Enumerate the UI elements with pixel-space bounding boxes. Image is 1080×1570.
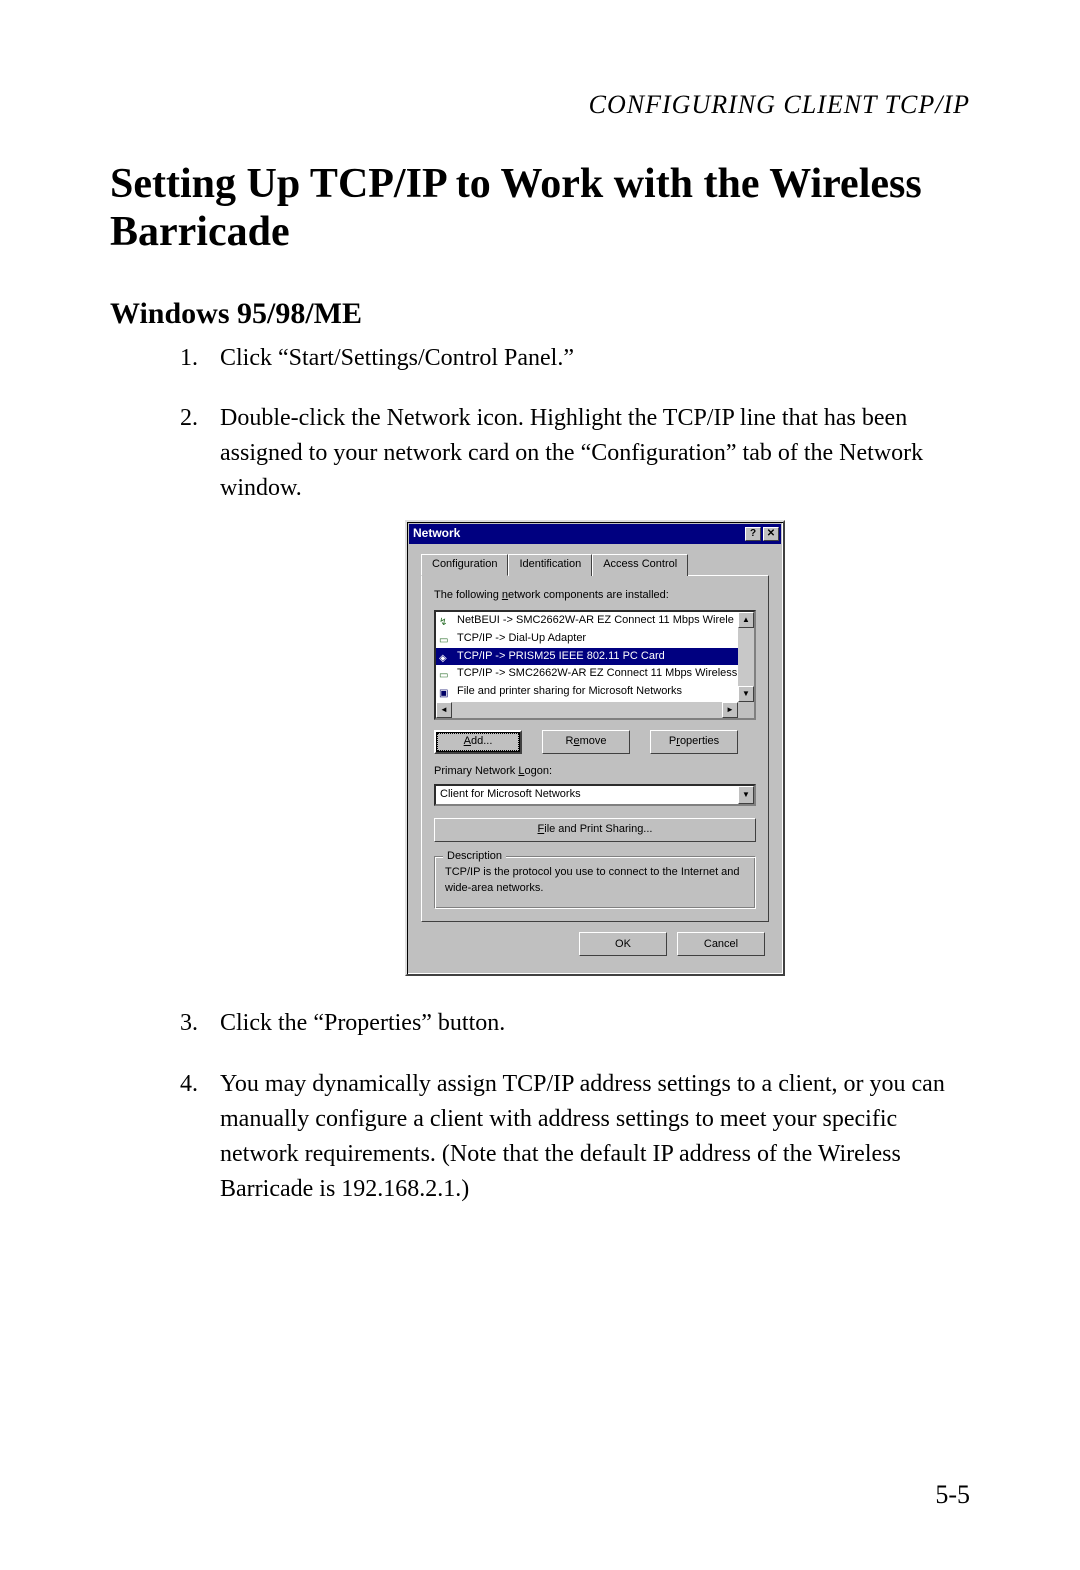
ok-button[interactable]: OK	[579, 932, 667, 956]
list-item[interactable]: TCP/IP -> SMC2662W-AR EZ Connect 11 Mbps…	[436, 665, 754, 683]
list-item[interactable]: TCP/IP -> Dial-Up Adapter	[436, 630, 754, 648]
list-item-label: TCP/IP -> SMC2662W-AR EZ Connect 11 Mbps…	[457, 666, 737, 682]
page-title: Setting Up TCP/IP to Work with the Wirel…	[110, 160, 970, 257]
cancel-button[interactable]: Cancel	[677, 932, 765, 956]
step-3: 3. Click the “Properties” button.	[180, 1006, 970, 1041]
document-page: CONFIGURING CLIENT TCP/IP Setting Up TCP…	[0, 0, 1080, 1570]
description-legend: Description	[443, 849, 506, 865]
list-item-label: File and printer sharing for Microsoft N…	[457, 684, 682, 700]
list-item-label: NetBEUI -> SMC2662W-AR EZ Connect 11 Mbp…	[457, 613, 734, 629]
primary-logon-label: Primary Network Logon:	[434, 764, 756, 780]
scroll-up-button[interactable]: ▲	[738, 612, 754, 628]
list-item-selected[interactable]: TCP/IP -> PRISM25 IEEE 802.11 PC Card	[436, 648, 754, 666]
section-heading: Windows 95/98/ME	[110, 297, 970, 331]
tab-identification[interactable]: Identification	[508, 554, 592, 576]
step-text: You may dynamically assign TCP/IP addres…	[220, 1071, 945, 1201]
file-print-sharing-button[interactable]: File and Print Sharing...	[434, 818, 756, 842]
network-dialog: Network ? ✕ Configuration Identification…	[405, 520, 785, 977]
step-number: 1.	[180, 341, 198, 376]
dialog-titlebar: Network ? ✕	[409, 524, 781, 544]
close-button[interactable]: ✕	[763, 527, 779, 541]
help-button[interactable]: ?	[745, 527, 761, 541]
protocol-icon	[439, 668, 453, 680]
scroll-left-button[interactable]: ◄	[436, 702, 452, 718]
tab-configuration[interactable]: Configuration	[421, 554, 508, 576]
scroll-corner	[738, 702, 754, 718]
list-item[interactable]: NetBEUI -> SMC2662W-AR EZ Connect 11 Mbp…	[436, 612, 754, 630]
combo-dropdown-button[interactable]: ▼	[738, 786, 754, 804]
step-number: 3.	[180, 1006, 198, 1041]
scroll-down-button[interactable]: ▼	[738, 686, 754, 702]
adapter-icon	[439, 651, 453, 663]
horizontal-scrollbar[interactable]	[436, 702, 754, 718]
installed-components-label: The following network components are ins…	[434, 588, 756, 604]
component-buttons: Add... Remove Properties	[434, 730, 756, 754]
description-text: TCP/IP is the protocol you use to connec…	[445, 865, 745, 897]
list-item-label: TCP/IP -> Dial-Up Adapter	[457, 631, 586, 647]
primary-logon-combo[interactable]: Client for Microsoft Networks ▼	[434, 784, 756, 806]
protocol-icon	[439, 615, 453, 627]
step-2: 2. Double-click the Network icon. Highli…	[180, 401, 970, 976]
tab-strip: Configuration Identification Access Cont…	[421, 554, 769, 576]
components-listbox[interactable]: NetBEUI -> SMC2662W-AR EZ Connect 11 Mbp…	[434, 610, 756, 720]
configuration-panel: The following network components are ins…	[421, 575, 769, 923]
dialog-title: Network	[413, 525, 745, 542]
running-header: CONFIGURING CLIENT TCP/IP	[110, 90, 970, 120]
dialog-action-buttons: OK Cancel	[421, 922, 769, 960]
tab-access-control[interactable]: Access Control	[592, 554, 688, 576]
scroll-right-button[interactable]: ►	[722, 702, 738, 718]
properties-button[interactable]: Properties	[650, 730, 738, 754]
step-number: 2.	[180, 401, 198, 436]
add-button[interactable]: Add...	[434, 730, 522, 754]
screenshot-figure: Network ? ✕ Configuration Identification…	[220, 520, 970, 977]
step-text: Double-click the Network icon. Highlight…	[220, 405, 923, 501]
description-groupbox: Description TCP/IP is the protocol you u…	[434, 856, 756, 910]
dialog-body: Configuration Identification Access Cont…	[409, 544, 781, 973]
step-number: 4.	[180, 1067, 198, 1102]
list-item-label: TCP/IP -> PRISM25 IEEE 802.11 PC Card	[457, 649, 665, 665]
step-text: Click “Start/Settings/Control Panel.”	[220, 345, 574, 371]
service-icon	[439, 686, 453, 698]
instruction-list: 1. Click “Start/Settings/Control Panel.”…	[110, 341, 970, 1207]
remove-button[interactable]: Remove	[542, 730, 630, 754]
list-item[interactable]: File and printer sharing for Microsoft N…	[436, 683, 754, 701]
vertical-scrollbar[interactable]	[738, 628, 754, 686]
protocol-icon	[439, 633, 453, 645]
page-number: 5-5	[935, 1480, 970, 1510]
step-4: 4. You may dynamically assign TCP/IP add…	[180, 1067, 970, 1206]
step-text: Click the “Properties” button.	[220, 1010, 505, 1036]
step-1: 1. Click “Start/Settings/Control Panel.”	[180, 341, 970, 376]
titlebar-buttons: ? ✕	[745, 527, 779, 541]
combo-value: Client for Microsoft Networks	[436, 787, 738, 803]
